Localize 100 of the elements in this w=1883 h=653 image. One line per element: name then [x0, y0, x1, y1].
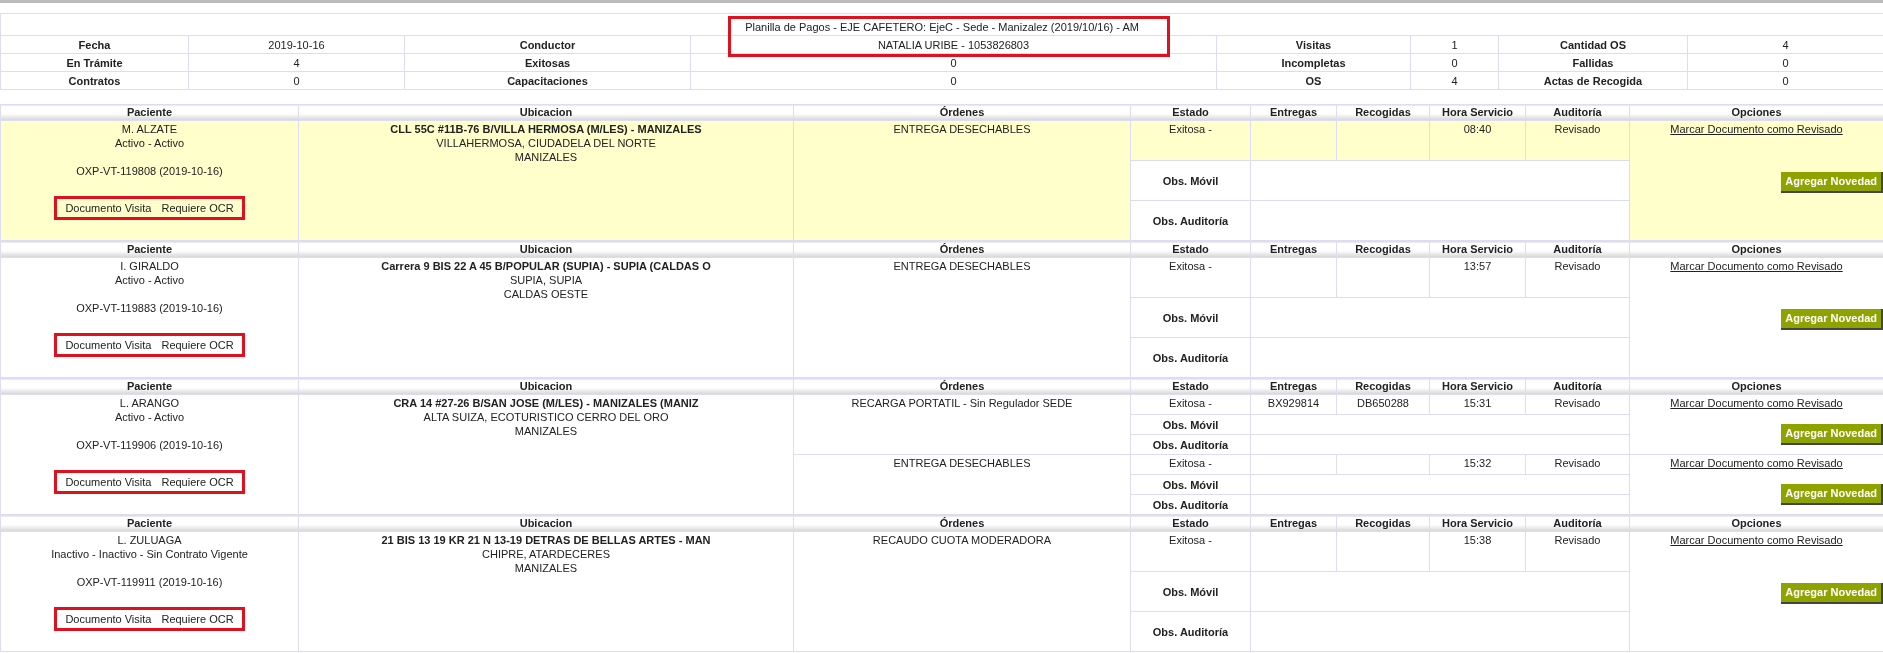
patient-name: L. ARANGO	[119, 396, 180, 410]
summary-label: Cantidad OS	[1560, 38, 1626, 51]
neighborhood-line: VILLAHERMOSA, CIUDADELA DEL NORTE	[435, 136, 657, 150]
document-link[interactable]: Documento Visita	[65, 475, 152, 489]
column-header: Paciente	[126, 517, 173, 529]
visit-code: OXP-VT-119911 (2019-10-16)	[76, 575, 223, 589]
obs-label: Obs. Móvil	[1162, 585, 1219, 598]
column-header: Ubicacion	[519, 106, 573, 118]
order-name: RECARGA PORTATIL - Sin Regulador SEDE	[851, 397, 1073, 409]
patient-name: M. ALZATE	[121, 122, 178, 136]
obs-label: Obs. Auditoría	[1152, 438, 1229, 451]
summary-label: Exitosas	[524, 56, 571, 69]
patient-status: Inactivo - Inactivo - Sin Contrato Vigente	[51, 547, 248, 561]
column-header: Paciente	[126, 380, 173, 392]
column-header: Recogidas	[1355, 517, 1411, 529]
obs-label: Obs. Móvil	[1162, 478, 1219, 491]
column-header: Ubicacion	[519, 243, 573, 255]
summary-value: 2019-10-16	[268, 38, 325, 51]
column-header: Recogidas	[1355, 106, 1411, 118]
status-text: Exitosa -	[1169, 260, 1212, 272]
column-header: Auditoría	[1553, 106, 1602, 118]
city-line: MANIZALES	[513, 561, 579, 575]
city-line: MANIZALES	[513, 150, 579, 164]
document-link[interactable]: Requiere OCR	[161, 475, 234, 489]
column-header: Opciones	[1731, 243, 1782, 255]
summary-value: 1	[1451, 38, 1458, 51]
summary-label: En Trámite	[66, 56, 123, 69]
visit-code: OXP-VT-119883 (2019-10-16)	[76, 301, 223, 315]
summary-label: Conductor	[519, 38, 576, 51]
column-header: Entregas	[1269, 243, 1318, 255]
column-header: Ubicacion	[519, 517, 573, 529]
address-line: Carrera 9 BIS 22 A 45 B/POPULAR (SUPIA) - SUPIA (CALDAS O	[380, 259, 712, 273]
mark-reviewed-link[interactable]: Marcar Documento como Revisado	[1670, 456, 1843, 470]
obs-label: Obs. Móvil	[1162, 418, 1219, 431]
delivery-code: BX929814	[1267, 397, 1320, 409]
summary-value: 0	[293, 74, 300, 87]
audit-status: Revisado	[1554, 534, 1601, 546]
column-header: Auditoría	[1553, 517, 1602, 529]
summary-label: Visitas	[1295, 38, 1332, 51]
patient-name: I. GIRALDO	[120, 259, 179, 273]
patient-status: Activo - Activo	[114, 136, 185, 150]
summary-value: 0	[950, 56, 957, 69]
service-time: 08:40	[1463, 123, 1492, 135]
column-header: Órdenes	[939, 243, 985, 255]
mark-reviewed-link[interactable]: Marcar Documento como Revisado	[1670, 533, 1843, 547]
document-link[interactable]: Documento Visita	[65, 338, 152, 352]
obs-label: Obs. Móvil	[1162, 174, 1219, 187]
column-header: Auditoría	[1553, 243, 1602, 255]
mark-reviewed-link[interactable]: Marcar Documento como Revisado	[1670, 122, 1843, 136]
column-header: Órdenes	[939, 380, 985, 392]
document-link[interactable]: Requiere OCR	[161, 201, 234, 215]
summary-label: Fecha	[78, 38, 111, 51]
summary-value: 4	[1782, 38, 1789, 51]
pickup-code: DB650288	[1357, 397, 1409, 409]
audit-status: Revisado	[1554, 457, 1601, 469]
city-line: CALDAS OESTE	[502, 287, 590, 301]
summary-label: Contratos	[68, 74, 121, 87]
audit-status: Revisado	[1554, 123, 1601, 135]
column-header: Opciones	[1731, 517, 1782, 529]
column-header: Hora Servicio	[1442, 517, 1513, 529]
neighborhood-line: SUPIA, SUPIA	[508, 273, 584, 287]
order-name: ENTREGA DESECHABLES	[893, 457, 1031, 469]
service-time: 13:57	[1463, 260, 1492, 272]
column-header: Estado	[1172, 517, 1209, 529]
audit-status: Revisado	[1554, 260, 1601, 272]
order-name: RECAUDO CUOTA MODERADORA	[872, 534, 1052, 546]
column-header: Estado	[1172, 106, 1209, 118]
service-time: 15:31	[1463, 397, 1492, 409]
column-header: Recogidas	[1355, 380, 1411, 392]
report-title: Planilla de Pagos - EJE CAFETERO: EjeC - Sede - Manizalez (2019/10/16) - AM	[745, 21, 1139, 33]
document-link[interactable]: Requiere OCR	[161, 612, 234, 626]
summary-label: Actas de Recogida	[1543, 74, 1643, 87]
column-header: Recogidas	[1355, 243, 1411, 255]
patient-status: Activo - Activo	[114, 273, 185, 287]
column-header: Estado	[1172, 243, 1209, 255]
status-text: Exitosa -	[1169, 123, 1212, 135]
status-text: Exitosa -	[1169, 457, 1212, 469]
audit-status: Revisado	[1554, 397, 1601, 409]
column-header: Paciente	[126, 243, 173, 255]
summary-value: 4	[1451, 74, 1458, 87]
summary-value: 0	[1451, 56, 1458, 69]
patient-name: L. ZULUAGA	[117, 533, 182, 547]
summary-label: Capacitaciones	[507, 74, 588, 87]
column-header: Opciones	[1731, 380, 1782, 392]
summary-value: 0	[950, 74, 957, 87]
mark-reviewed-link[interactable]: Marcar Documento como Revisado	[1670, 396, 1843, 410]
service-time: 15:38	[1463, 534, 1492, 546]
document-link[interactable]: Documento Visita	[65, 612, 152, 626]
document-link[interactable]: Requiere OCR	[161, 338, 234, 352]
order-name: ENTREGA DESECHABLES	[893, 260, 1031, 272]
column-header: Hora Servicio	[1442, 106, 1513, 118]
visit-code: OXP-VT-119808 (2019-10-16)	[76, 164, 223, 178]
column-header: Hora Servicio	[1442, 380, 1513, 392]
document-link[interactable]: Documento Visita	[65, 201, 152, 215]
column-header: Estado	[1172, 380, 1209, 392]
column-header: Paciente	[126, 106, 173, 118]
mark-reviewed-link[interactable]: Marcar Documento como Revisado	[1670, 259, 1843, 273]
order-name: ENTREGA DESECHABLES	[893, 123, 1031, 135]
summary-label: Incompletas	[1281, 56, 1346, 69]
address-line: CLL 55C #11B-76 B/VILLA HERMOSA (M/LES) - MANIZALES	[389, 122, 703, 136]
